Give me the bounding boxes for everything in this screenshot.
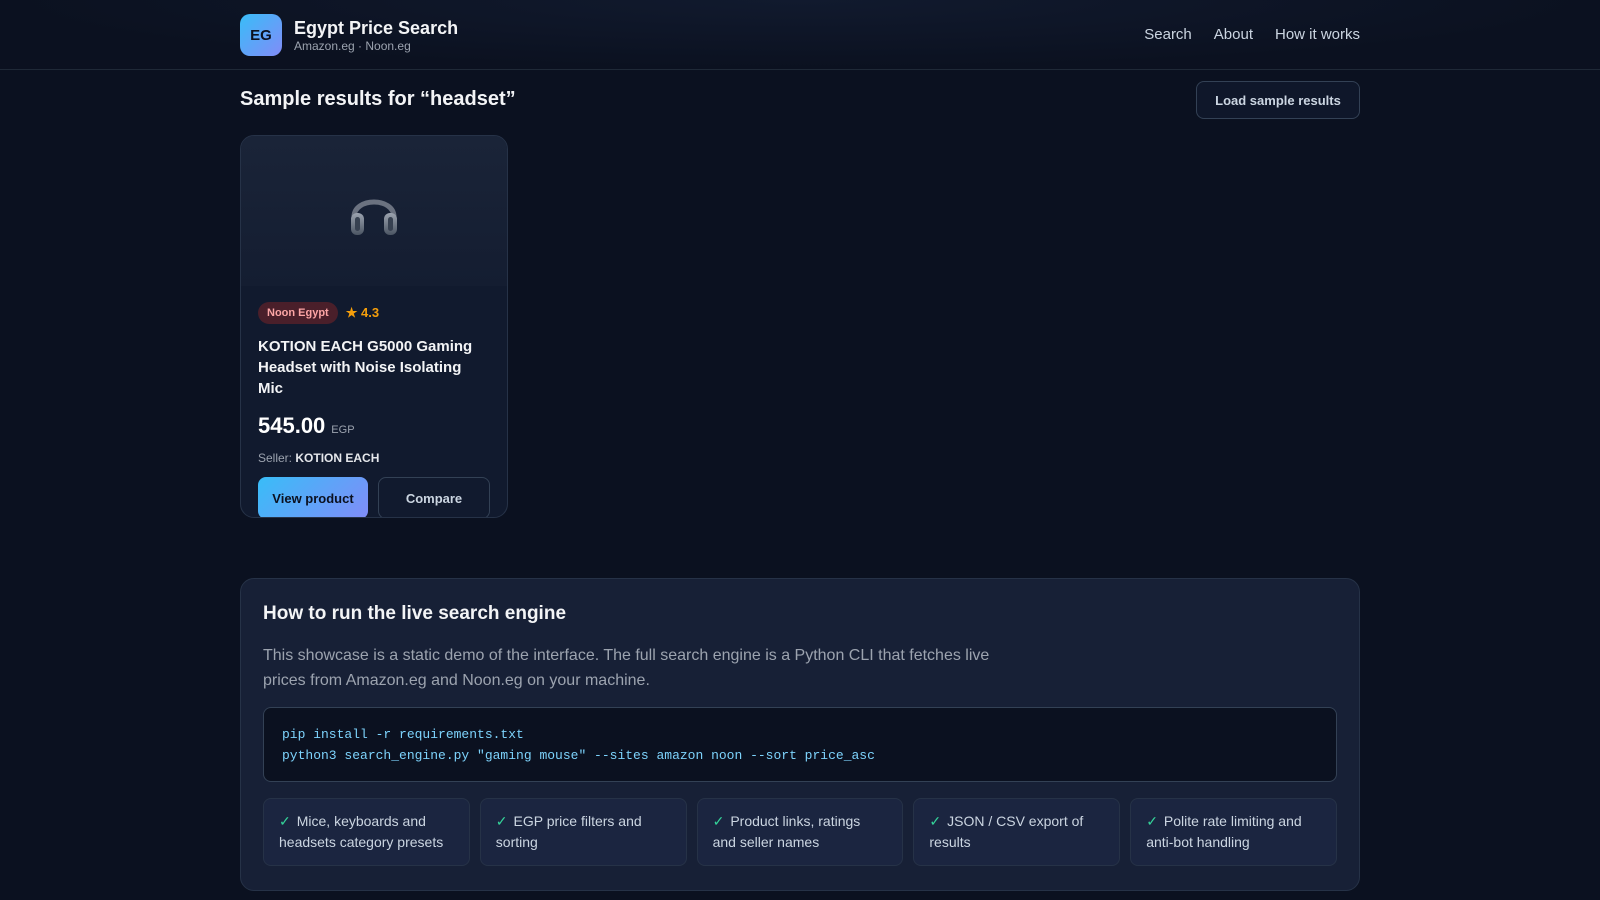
feature-text: Mice, keyboards and headsets category pr…: [279, 813, 444, 850]
product-meta: Noon Egypt ★ 4.3: [258, 302, 490, 324]
check-icon: ✓: [929, 813, 942, 829]
code-line: python3 search_engine.py "gaming mouse" …: [282, 748, 875, 763]
feature-text: JSON / CSV export of results: [929, 813, 1084, 850]
check-icon: ✓: [495, 813, 508, 829]
results-title: Sample results for “headset”: [240, 88, 516, 110]
nav-link-search[interactable]: Search: [1144, 26, 1192, 43]
check-icon: ✓: [712, 813, 725, 829]
headphones-icon: [351, 199, 397, 235]
main-nav: Search About How it works: [1144, 26, 1360, 43]
nav-link-how-it-works[interactable]: How it works: [1275, 26, 1360, 43]
how-to-description: This showcase is a static demo of the in…: [263, 647, 990, 689]
seller-label: Seller:: [258, 451, 293, 465]
rating: ★ 4.3: [345, 305, 380, 320]
product-title: KOTION EACH G5000 Gaming Headset with No…: [258, 338, 473, 397]
nav-link-about[interactable]: About: [1214, 26, 1253, 43]
brand-title: Egypt Price Search: [294, 18, 459, 38]
product-price: 545.00: [258, 413, 326, 438]
top-navigation-bar: EG Egypt Price Search Amazon.eg · Noon.e…: [0, 0, 1600, 70]
feature-item: ✓ Mice, keyboards and headsets category p…: [263, 798, 470, 866]
code-block[interactable]: pip install -r requirements.txt python3 …: [263, 707, 1337, 782]
check-icon: ✓: [279, 813, 291, 829]
feature-list: ✓ Mice, keyboards and headsets category p…: [263, 798, 1337, 866]
product-image: [241, 136, 507, 286]
feature-item: ✓ Product links, ratings and seller names: [696, 798, 904, 866]
check-icon: ✓: [1146, 813, 1158, 829]
brand-logo: EG: [240, 14, 282, 56]
how-to-title: How to run the live search engine: [263, 603, 567, 624]
load-sample-results-button[interactable]: Load sample results: [1196, 81, 1360, 119]
code-line: pip install -r requirements.txt: [282, 727, 524, 742]
view-product-button[interactable]: View product: [258, 477, 368, 517]
brand-text: Egypt Price Search Amazon.eg · Noon.eg: [294, 17, 458, 53]
feature-text: Product links, ratings and seller names: [712, 813, 861, 850]
compare-button[interactable]: Compare: [378, 477, 490, 517]
feature-item: ✓ Polite rate limiting and anti-bot handl…: [1130, 798, 1337, 866]
feature-item: ✓ EGP price filters and sorting: [479, 798, 687, 866]
seller-info: Seller: KOTION EACH: [258, 451, 490, 465]
product-card-body: Noon Egypt ★ 4.3 KOTION EACH G5000 Gamin…: [241, 286, 507, 517]
price-currency: EGP: [331, 424, 355, 436]
product-card: Noon Egypt ★ 4.3 KOTION EACH G5000 Gamin…: [240, 135, 508, 518]
how-to-run-section: How to run the live search engine This s…: [240, 578, 1360, 891]
feature-text: Polite rate limiting and anti-bot handli…: [1146, 813, 1302, 850]
feature-item: ✓ JSON / CSV export of results: [913, 798, 1121, 866]
card-actions: View product Compare: [258, 477, 490, 517]
source-badge: Noon Egypt: [258, 302, 338, 324]
brand-subtitle: Amazon.eg · Noon.eg: [294, 39, 411, 53]
brand[interactable]: EG Egypt Price Search Amazon.eg · Noon.e…: [240, 14, 458, 56]
price-row: 545.00 EGP: [258, 413, 490, 439]
seller-name: KOTION EACH: [295, 451, 380, 465]
feature-text: EGP price filters and sorting: [495, 813, 642, 850]
